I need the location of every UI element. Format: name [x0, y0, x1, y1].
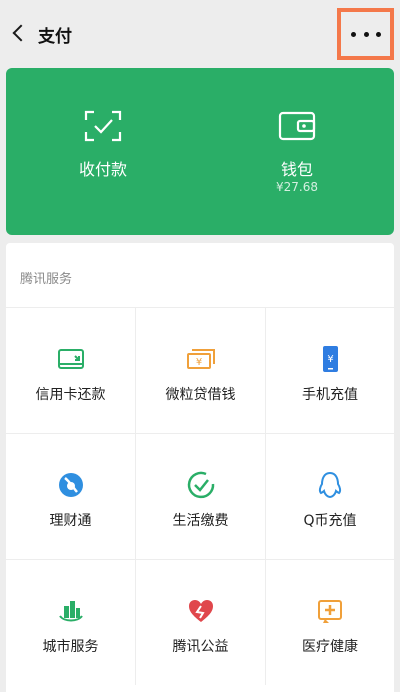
service-label: Q币充值 [303, 513, 357, 529]
wallet-button[interactable]: 钱包 ¥27.68 [200, 68, 394, 235]
scan-pay-label: 收付款 [78, 160, 127, 179]
service-label: 生活缴费 [172, 513, 229, 529]
wallet-icon [278, 111, 316, 141]
top-bar: 支付 [0, 0, 400, 64]
cash-stack-icon: ¥ [186, 349, 215, 369]
services-panel: 腾讯服务 信用卡还款 ¥ 微粒贷借钱 ¥ 手机充值 理财通 生活缴费 Q币充值 … [6, 243, 394, 692]
service-label: 城市服务 [42, 639, 99, 655]
medical-box-icon [318, 600, 342, 623]
wallet-balance: ¥27.68 [276, 180, 318, 194]
mobile-phone-icon: ¥ [323, 346, 338, 372]
service-label: 信用卡还款 [35, 387, 106, 403]
service-label: 微粒贷借钱 [165, 387, 236, 403]
more-button-highlight[interactable] [337, 8, 394, 60]
service-medical[interactable]: 医疗健康 [266, 559, 394, 685]
qq-penguin-icon [318, 471, 342, 499]
service-charity[interactable]: 腾讯公益 [136, 559, 266, 685]
section-title: 腾讯服务 [20, 272, 73, 287]
scan-pay-icon [84, 110, 122, 142]
wallet-label: 钱包 [280, 160, 313, 179]
service-label: 手机充值 [302, 387, 358, 403]
wallet-panel: 收付款 钱包 ¥27.68 [6, 68, 394, 235]
service-weilidai[interactable]: ¥ 微粒贷借钱 [136, 307, 266, 433]
service-label: 理财通 [49, 513, 92, 529]
svg-text:¥: ¥ [195, 357, 201, 368]
wealth-icon [58, 473, 83, 497]
service-licaitong[interactable]: 理财通 [6, 433, 136, 559]
service-credit-card[interactable]: 信用卡还款 [6, 307, 136, 433]
services-grid: 信用卡还款 ¥ 微粒贷借钱 ¥ 手机充值 理财通 生活缴费 Q币充值 城市服务 … [6, 307, 394, 685]
service-mobile-topup[interactable]: ¥ 手机充值 [266, 307, 394, 433]
service-qcoin[interactable]: Q币充值 [266, 433, 394, 559]
more-icon[interactable] [351, 30, 381, 38]
service-city[interactable]: 城市服务 [6, 559, 136, 685]
heart-icon [188, 600, 213, 622]
checkmark-circle-icon [187, 471, 214, 499]
page-title: 支付 [38, 27, 72, 47]
city-buildings-icon [58, 601, 83, 622]
service-label: 医疗健康 [302, 639, 358, 655]
svg-text:¥: ¥ [327, 354, 333, 365]
service-utilities[interactable]: 生活缴费 [136, 433, 266, 559]
credit-card-icon [57, 349, 84, 369]
back-icon[interactable] [8, 20, 30, 48]
service-label: 腾讯公益 [172, 639, 229, 655]
scan-pay-button[interactable]: 收付款 [6, 68, 200, 235]
